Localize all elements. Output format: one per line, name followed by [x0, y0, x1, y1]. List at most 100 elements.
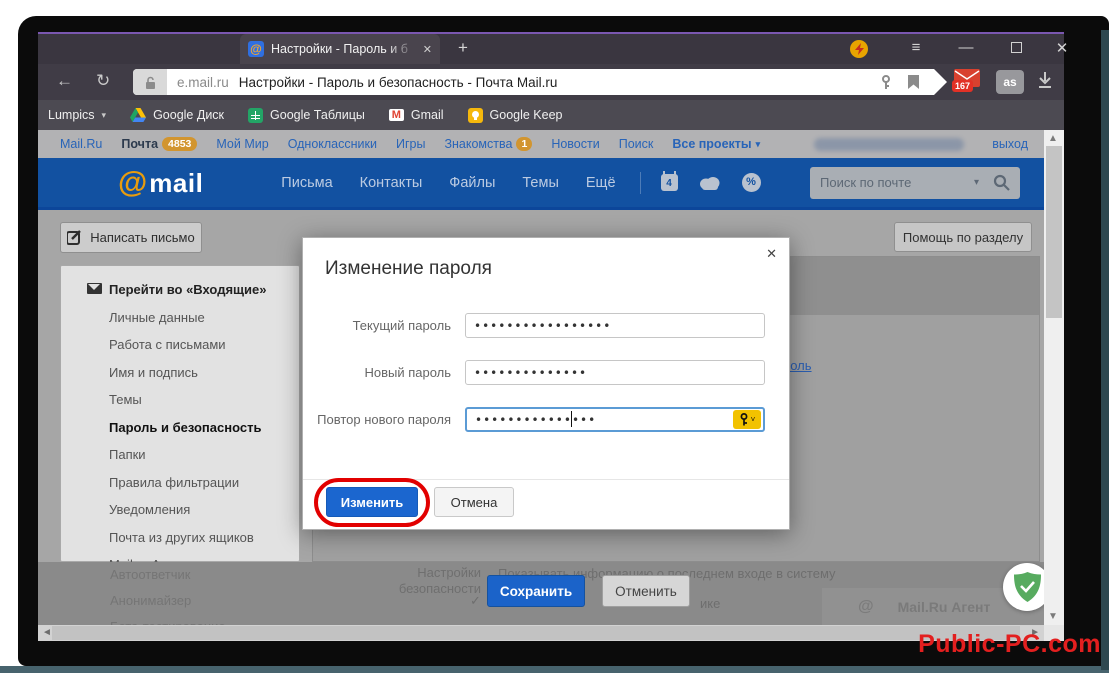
- services-nav: Mail.Ru Почта 4853 Мой Мир Одноклассники…: [38, 130, 1044, 158]
- percent-glyph: %: [742, 173, 761, 192]
- nav-moy-mir[interactable]: Мой Мир: [216, 137, 268, 151]
- mail-extension-icon[interactable]: 167: [954, 69, 984, 93]
- sidebar-item-personal-data[interactable]: Личные данные: [87, 310, 299, 325]
- save-settings-button[interactable]: Сохранить: [487, 575, 585, 607]
- bookmark-google-keep[interactable]: Google Keep: [468, 108, 563, 123]
- new-tab-button[interactable]: +: [450, 38, 476, 62]
- chevron-down-icon: ˅: [751, 415, 756, 424]
- nav-pochta[interactable]: Почта 4853: [121, 137, 197, 151]
- close-window-button[interactable]: ✕: [1050, 39, 1074, 59]
- browser-update-icon[interactable]: [850, 40, 868, 58]
- header-nav-temy[interactable]: Темы: [522, 175, 559, 191]
- header-nav-kontakty[interactable]: Контакты: [360, 175, 423, 191]
- security-settings-label-dimmed: Настройки безопасности: [338, 565, 481, 597]
- nav-vse-proekty[interactable]: Все проекты ▾: [672, 137, 760, 151]
- tab-close-icon[interactable]: ✕: [423, 43, 432, 56]
- downloads-icon[interactable]: [1037, 71, 1053, 94]
- change-password-dialog: ✕ Изменение пароля Текущий пароль Новый …: [302, 237, 790, 530]
- cloud-glyph: [698, 175, 722, 190]
- checkbox-check-icon-dimmed: ✓: [470, 593, 481, 609]
- cancel-settings-button[interactable]: Отменить: [602, 575, 690, 607]
- url-field[interactable]: e.mail.ru Настройки - Пароль и безопасно…: [133, 69, 947, 95]
- bookmark-google-drive[interactable]: Google Диск: [130, 108, 224, 122]
- header-nav-faily[interactable]: Файлы: [449, 175, 495, 191]
- bookmark-google-sheets[interactable]: Google Таблицы: [248, 108, 365, 123]
- dimmed-footer-band: Автоответчик Анонимайзер Бета-тестирован…: [38, 562, 1044, 625]
- dialog-cancel-button[interactable]: Отмена: [434, 487, 514, 517]
- google-sheets-icon: [248, 108, 263, 123]
- bookmark-label: Gmail: [411, 108, 444, 122]
- menu-button[interactable]: ≡: [904, 39, 928, 59]
- sidebar-item-filter-rules[interactable]: Правила фильтрации: [87, 475, 299, 490]
- nav-igry[interactable]: Игры: [396, 137, 425, 151]
- change-password-submit-button[interactable]: Изменить: [326, 487, 418, 517]
- sidebar-item-password-security[interactable]: Пароль и безопасность: [87, 420, 299, 435]
- mailru-logo[interactable]: @ mail: [118, 166, 203, 200]
- repeat-password-label: Повтор нового пароля: [303, 412, 451, 427]
- sidebar-item-name-signature[interactable]: Имя и подпись: [87, 365, 299, 380]
- nav-znakomstva[interactable]: Знакомства 1: [444, 137, 532, 151]
- compose-button[interactable]: Написать письмо: [60, 222, 202, 253]
- horizontal-scroll-thumb[interactable]: [52, 626, 1020, 640]
- help-button[interactable]: Помощь по разделу: [894, 222, 1032, 252]
- logout-link[interactable]: выход: [992, 137, 1028, 151]
- adguard-assistant-button[interactable]: [1003, 563, 1044, 611]
- header-nav-esche[interactable]: Ещё: [586, 175, 616, 191]
- nav-odnoklassniki[interactable]: Одноклассники: [288, 137, 377, 151]
- horizontal-scrollbar[interactable]: ◄ ►: [38, 625, 1044, 641]
- page-viewport: Mail.Ru Почта 4853 Мой Мир Одноклассники…: [38, 130, 1044, 641]
- mail-search-box[interactable]: Поиск по почте ▾: [810, 167, 1020, 199]
- vertical-scrollbar[interactable]: ▲ ▼: [1044, 130, 1064, 641]
- header-nav-pisma[interactable]: Письма: [281, 175, 332, 191]
- green-shield-check-icon: [1014, 572, 1041, 602]
- back-icon[interactable]: ←: [56, 71, 73, 91]
- search-icon[interactable]: [993, 174, 1010, 191]
- password-key-icon[interactable]: [880, 75, 892, 90]
- search-scope-caret-icon[interactable]: ▾: [974, 177, 979, 188]
- site-security-chip[interactable]: [133, 69, 167, 95]
- cloud-icon[interactable]: [698, 175, 722, 190]
- current-password-field[interactable]: [465, 313, 765, 338]
- bookmark-icon[interactable]: [908, 75, 919, 89]
- sidebar-item-folders[interactable]: Папки: [87, 447, 299, 462]
- address-bar: ← ↻ e.mail.ru Настройки - Пароль и безоп…: [38, 64, 1064, 100]
- browser-tab[interactable]: @ Настройки - Пароль и б ✕: [240, 34, 440, 64]
- nav-mailru[interactable]: Mail.Ru: [60, 137, 102, 151]
- dialog-close-icon[interactable]: ✕: [766, 246, 777, 262]
- password-manager-key-button[interactable]: ˅: [733, 410, 761, 429]
- url-page-title: Настройки - Пароль и безопасность - Почт…: [239, 75, 880, 90]
- bookmark-folder-lumpics[interactable]: Lumpics ▾: [48, 108, 106, 122]
- new-password-label: Новый пароль: [303, 365, 451, 380]
- nav-novosti[interactable]: Новости: [551, 137, 599, 151]
- minimize-button[interactable]: —: [954, 39, 978, 59]
- nav-label: Все проекты: [672, 137, 751, 151]
- bookmark-label: Lumpics: [48, 108, 95, 122]
- scroll-down-icon[interactable]: ▼: [1048, 611, 1058, 622]
- sidebar-item-themes[interactable]: Темы: [87, 392, 299, 407]
- lock-icon: [145, 76, 156, 89]
- sidebar-item-mail-handling[interactable]: Работа с письмами: [87, 337, 299, 352]
- scroll-left-icon[interactable]: ◄: [42, 627, 52, 638]
- as-extension-icon[interactable]: as: [996, 70, 1024, 94]
- maximize-button[interactable]: [1004, 39, 1028, 59]
- sidebar-item-anonymizer-dimmed: Анонимайзер: [110, 593, 191, 608]
- promo-percent-icon[interactable]: %: [742, 173, 761, 192]
- new-password-field[interactable]: [465, 360, 765, 385]
- bookmark-gmail[interactable]: M Gmail: [389, 108, 444, 122]
- google-keep-icon: [468, 108, 483, 123]
- tab-bar: @ Настройки - Пароль и б ✕ + ≡ — ✕: [38, 34, 1064, 64]
- nav-poisk[interactable]: Поиск: [619, 137, 654, 151]
- calendar-icon[interactable]: 4: [661, 174, 678, 191]
- sidebar-item-notifications[interactable]: Уведомления: [87, 502, 299, 517]
- znakomstva-badge: 1: [516, 137, 532, 151]
- lightning-icon: [855, 43, 864, 55]
- refresh-icon[interactable]: ↻: [96, 71, 110, 91]
- mail-count-badge: 4853: [162, 137, 197, 151]
- repeat-password-field[interactable]: [465, 407, 765, 432]
- sidebar-item-inbox[interactable]: Перейти во «Входящие»: [87, 282, 299, 297]
- sidebar-item-other-mailboxes[interactable]: Почта из других ящиков: [87, 530, 299, 545]
- scroll-up-icon[interactable]: ▲: [1048, 133, 1058, 144]
- frame-right-accent: [1101, 30, 1109, 670]
- bookmarks-bar: Lumpics ▾ Google Диск Google Таблицы M G…: [38, 100, 1064, 130]
- vertical-scroll-thumb[interactable]: [1046, 146, 1062, 318]
